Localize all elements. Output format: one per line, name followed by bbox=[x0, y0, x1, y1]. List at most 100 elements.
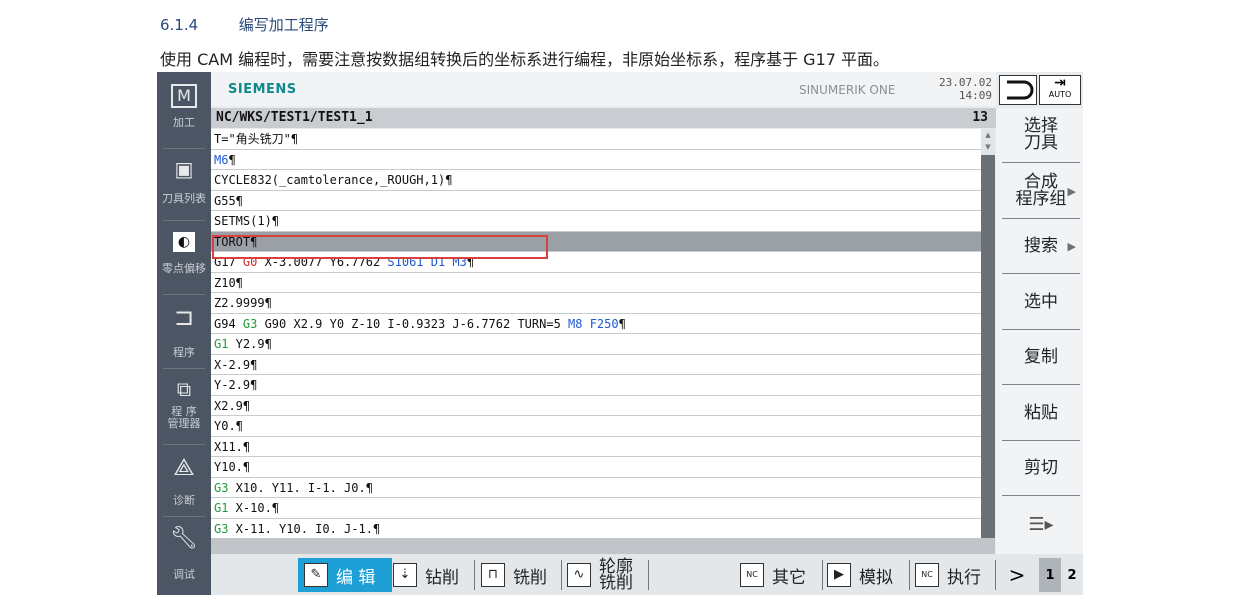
softkey-other[interactable]: NC 其它 bbox=[740, 558, 806, 592]
commissioning-icon: 🔧︎ bbox=[170, 526, 198, 551]
code-line[interactable]: G55¶ bbox=[211, 191, 981, 211]
softkey-label: 搜索 bbox=[1024, 235, 1058, 256]
vertical-scrollbar[interactable]: ▲ ▼ bbox=[981, 129, 995, 538]
softkey-copy[interactable]: 复制 bbox=[1002, 330, 1080, 385]
softkey-label: 执行 bbox=[947, 567, 981, 588]
softkey-select-tool[interactable]: 选择 刀具 bbox=[1002, 108, 1080, 163]
triangle-right-icon: ▶ bbox=[1067, 239, 1076, 253]
nav-commissioning[interactable]: 🔧︎ 调试 bbox=[157, 526, 211, 582]
code-line[interactable]: G3 X10. Y11. I-1. J0.¶ bbox=[211, 478, 981, 498]
datetime: 23.07.02 14:09 bbox=[939, 76, 992, 102]
code-line[interactable]: G94 G3 G90 X2.9 Y0 Z-10 I-0.9323 J-6.776… bbox=[211, 314, 981, 334]
triangle-right-icon: ▶ bbox=[1067, 184, 1076, 198]
right-softkeys: 选择 刀具 合成 程序组 ▶ 搜索 ▶ 选中 复制 粘贴 剪切 ☰▸ bbox=[996, 108, 1083, 554]
nav-label: 加工 bbox=[173, 116, 195, 129]
softkey-mark[interactable]: 选中 bbox=[1002, 275, 1080, 330]
code-line[interactable]: X2.9¶ bbox=[211, 396, 981, 416]
nav-program[interactable]: ⊐ 程序 bbox=[157, 304, 211, 360]
program-icon: ⊐ bbox=[173, 303, 195, 331]
nav-label: 程 序 管理器 bbox=[167, 405, 201, 430]
section-description: 使用 CAM 编程时，需要注意按数据组转换后的坐标系进行编程，非原始坐标系，程序… bbox=[160, 50, 890, 69]
code-line[interactable]: G1 Y2.9¶ bbox=[211, 334, 981, 355]
diagnostics-icon: ⟁ bbox=[173, 453, 195, 481]
code-line[interactable]: Y-2.9¶ bbox=[211, 375, 981, 396]
program-icon bbox=[1007, 80, 1034, 100]
zero-offset-icon: ◐ bbox=[173, 232, 195, 252]
nc-other-icon: NC bbox=[740, 563, 764, 587]
softkey-edit[interactable]: ✎ 编 辑 bbox=[298, 558, 392, 592]
code-editor[interactable]: T="角头铣刀"¶ M6¶ CYCLE832(_camtolerance,_RO… bbox=[211, 129, 981, 538]
nc-execute-icon: NC bbox=[915, 563, 939, 587]
nav-label: 程序 bbox=[173, 346, 195, 359]
time-text: 14:09 bbox=[958, 89, 992, 102]
page-1-button[interactable]: 1 bbox=[1039, 558, 1061, 592]
horizontal-scrollbar[interactable] bbox=[211, 538, 995, 554]
auto-mode-button[interactable]: ⇥ AUTO bbox=[1039, 75, 1081, 105]
softkey-label: 铣削 bbox=[513, 567, 547, 588]
softkey-more[interactable]: ☰▸ bbox=[1002, 497, 1080, 551]
nav-diagnostics[interactable]: ⟁ 诊断 bbox=[157, 454, 211, 508]
code-line[interactable]: M6¶ bbox=[211, 150, 981, 170]
code-line[interactable]: Z10¶ bbox=[211, 273, 981, 293]
edit-icon: ✎ bbox=[304, 563, 328, 587]
auto-label: AUTO bbox=[1048, 90, 1072, 99]
page-2-button[interactable]: 2 bbox=[1061, 558, 1083, 592]
brand-logo: SIEMENS bbox=[228, 82, 297, 97]
nav-label: 刀具列表 bbox=[162, 192, 206, 205]
softkey-paste[interactable]: 粘贴 bbox=[1002, 386, 1080, 441]
softkey-simulation[interactable]: ▶ 模拟 bbox=[827, 558, 893, 592]
section-heading: 6.1.4 编写加工程序 bbox=[160, 14, 329, 35]
section-title: 编写加工程序 bbox=[238, 16, 329, 34]
nav-machine[interactable]: M 加工 bbox=[157, 84, 211, 130]
softkey-compose-block[interactable]: 合成 程序组 ▶ bbox=[1002, 164, 1080, 219]
product-name: SINUMERIK ONE bbox=[799, 83, 896, 97]
date-text: 23.07.02 bbox=[939, 76, 992, 89]
left-nav: M 加工 ▣ 刀具列表 ◐ 零点偏移 ⊐ 程序 ⧉ 程 序 管理器 ⟁ 诊断 🔧… bbox=[157, 72, 211, 595]
softkey-label: 钻削 bbox=[425, 567, 459, 588]
softkey-drilling[interactable]: ⇣ 钻削 bbox=[393, 558, 459, 592]
milling-icon: ⊓ bbox=[481, 563, 505, 587]
nav-label: 调试 bbox=[173, 568, 195, 581]
bottom-softkeys: ✎ 编 辑 ⇣ 钻削 ⊓ 铣削 ∿ 轮廓 铣削 NC 其它 ▶ 模拟 NC 执行… bbox=[211, 554, 1083, 595]
simulation-icon: ▶ bbox=[827, 563, 851, 587]
code-line[interactable]: SETMS(1)¶ bbox=[211, 211, 981, 232]
code-line[interactable]: CYCLE832(_camtolerance,_ROUGH,1)¶ bbox=[211, 170, 981, 191]
softkey-execute[interactable]: NC 执行 bbox=[915, 558, 981, 592]
code-line[interactable]: T="角头铣刀"¶ bbox=[211, 129, 981, 150]
softkey-contour-milling[interactable]: ∿ 轮廓 铣削 bbox=[567, 558, 633, 592]
program-view-button[interactable] bbox=[999, 75, 1037, 105]
program-manager-icon: ⧉ bbox=[176, 377, 192, 401]
softkey-cut[interactable]: 剪切 bbox=[1002, 441, 1080, 496]
softkey-label: 合成 程序组 bbox=[1015, 172, 1067, 209]
code-line[interactable]: Y0.¶ bbox=[211, 416, 981, 437]
next-page-button[interactable]: > bbox=[1006, 558, 1028, 592]
nav-label: 诊断 bbox=[173, 494, 195, 507]
tool-list-icon: ▣ bbox=[174, 157, 194, 181]
program-path: NC/WKS/TEST1/TEST1_1 bbox=[216, 110, 373, 125]
contour-milling-icon: ∿ bbox=[567, 563, 591, 587]
softkey-milling[interactable]: ⊓ 铣削 bbox=[481, 558, 547, 592]
code-line[interactable]: G1 X-10.¶ bbox=[211, 498, 981, 519]
section-number: 6.1.4 bbox=[160, 16, 199, 34]
nav-tool-list[interactable]: ▣ 刀具列表 bbox=[157, 156, 211, 206]
softkey-label: 轮廓 铣削 bbox=[599, 557, 633, 593]
softkey-label: 模拟 bbox=[859, 567, 893, 588]
code-line[interactable]: X11.¶ bbox=[211, 437, 981, 457]
header-bar: SIEMENS SINUMERIK ONE 23.07.02 14:09 bbox=[211, 72, 996, 106]
code-line[interactable]: Y10.¶ bbox=[211, 457, 981, 478]
code-line[interactable]: Z2.9999¶ bbox=[211, 293, 981, 314]
nav-program-manager[interactable]: ⧉ 程 序 管理器 bbox=[157, 376, 211, 430]
scroll-thumb[interactable]: ▲ ▼ bbox=[981, 129, 995, 155]
nav-label: 零点偏移 bbox=[162, 262, 206, 275]
highlight-box bbox=[212, 235, 548, 259]
softkey-search[interactable]: 搜索 ▶ bbox=[1002, 219, 1080, 274]
list-more-icon: ☰▸ bbox=[1028, 513, 1054, 535]
arrow-right-icon: ⇥ bbox=[1054, 75, 1066, 91]
line-count: 13 bbox=[972, 110, 988, 125]
program-path-bar: NC/WKS/TEST1/TEST1_1 13 bbox=[211, 108, 996, 128]
softkey-label: 其它 bbox=[772, 567, 806, 588]
code-line[interactable]: X-2.9¶ bbox=[211, 355, 981, 375]
drilling-icon: ⇣ bbox=[393, 563, 417, 587]
code-line[interactable]: G3 X-11. Y10. I0. J-1.¶ bbox=[211, 519, 981, 539]
nav-zero-offset[interactable]: ◐ 零点偏移 bbox=[157, 232, 211, 276]
